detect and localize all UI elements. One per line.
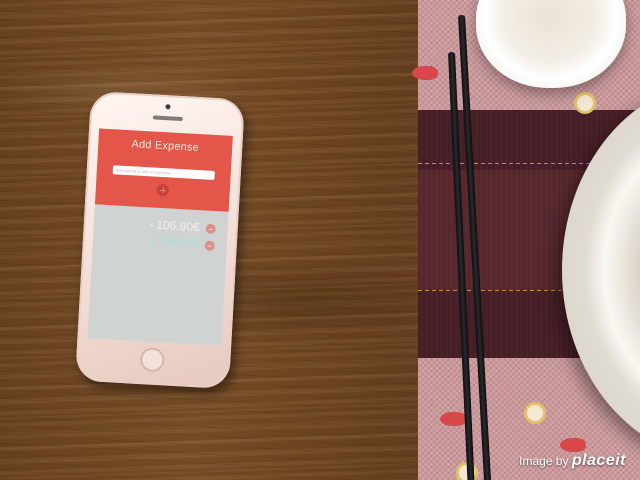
page-title: Add Expense xyxy=(131,138,200,155)
placeit-logo: placeit xyxy=(571,452,626,469)
delete-expense-button[interactable] xyxy=(204,240,216,252)
home-button[interactable] xyxy=(139,347,165,373)
expense-amount: + 136.60€ xyxy=(149,234,200,250)
phone-screen: Add Expense - 106.90€ + 136.60€ xyxy=(87,128,233,346)
front-camera xyxy=(165,104,171,110)
earpiece-speaker xyxy=(152,115,183,122)
add-expense-button[interactable] xyxy=(156,183,170,197)
swirl-motif xyxy=(574,92,596,114)
image-credit: Image by placeit xyxy=(519,452,626,470)
fish-motif xyxy=(412,66,438,80)
expense-amount: - 106.90€ xyxy=(148,217,201,235)
credit-prefix: Image by xyxy=(519,454,569,468)
fish-motif xyxy=(560,438,586,452)
smartphone: Add Expense - 106.90€ + 136.60€ xyxy=(75,90,245,390)
app-header: Add Expense xyxy=(94,128,233,212)
expense-input[interactable] xyxy=(112,165,215,180)
expense-list: - 106.90€ + 136.60€ xyxy=(92,214,228,255)
delete-expense-button[interactable] xyxy=(205,223,216,235)
photo-scene: Add Expense - 106.90€ + 136.60€ Image by… xyxy=(0,0,640,480)
fish-motif xyxy=(440,412,466,426)
swirl-motif xyxy=(524,402,546,424)
